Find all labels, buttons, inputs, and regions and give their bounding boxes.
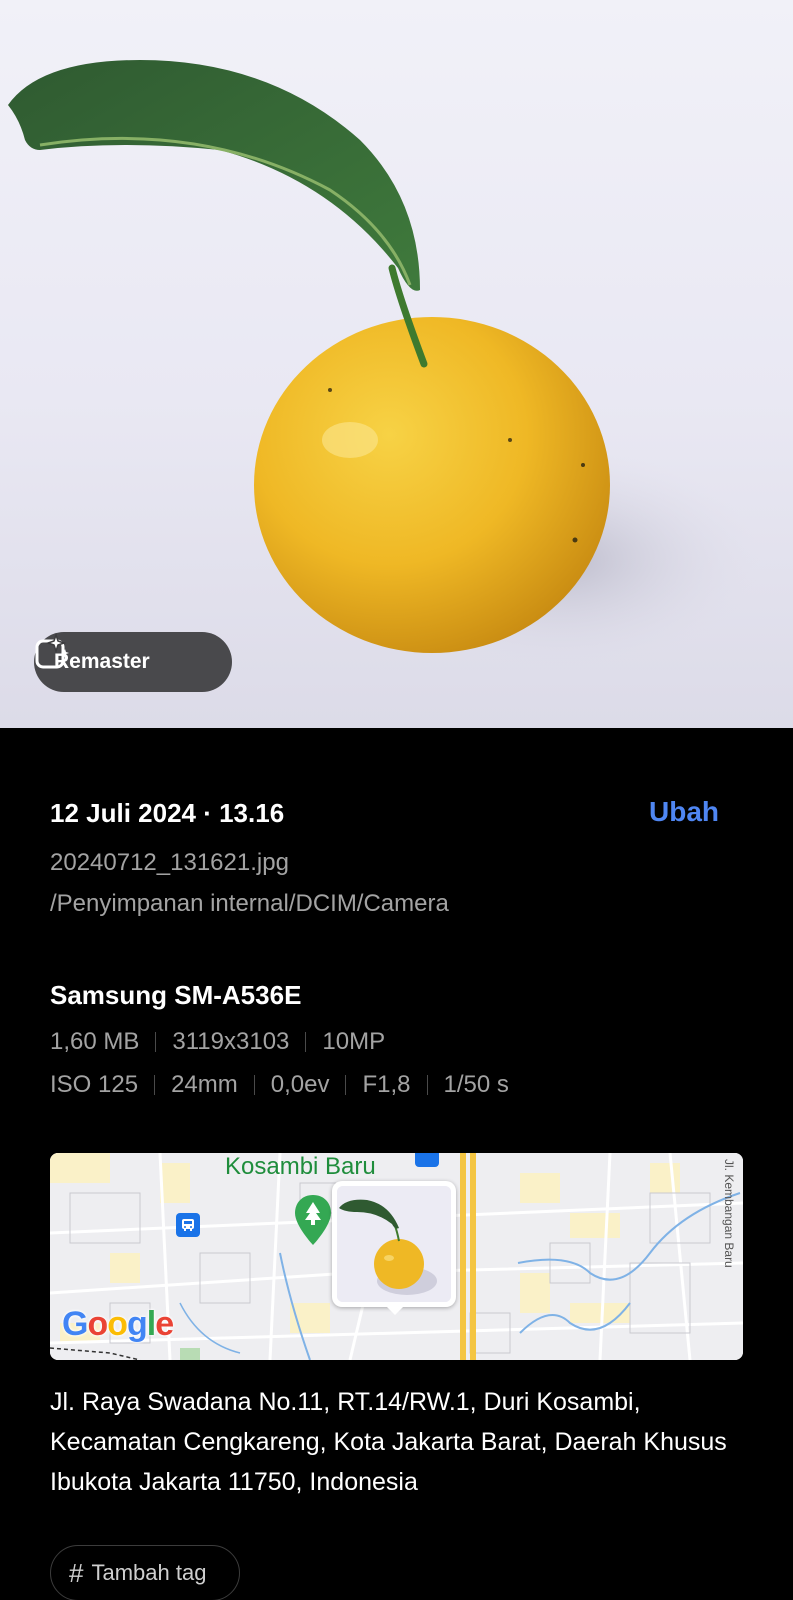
file-path: /Penyimpanan internal/DCIM/Camera <box>50 890 449 917</box>
divider <box>345 1075 347 1095</box>
edit-details-button[interactable]: Ubah <box>649 796 719 828</box>
map-area-label: Kosambi Baru <box>225 1153 376 1180</box>
sparkle-frame-icon <box>35 632 69 669</box>
hash-icon: # <box>69 1557 84 1588</box>
focal-length: 24mm <box>171 1071 238 1098</box>
megapixels: 10MP <box>322 1028 386 1055</box>
capture-datetime: 12 Juli 2024 · 13.16 <box>50 798 285 828</box>
divider <box>154 1075 156 1095</box>
photo-location-thumbnail[interactable] <box>332 1181 456 1307</box>
file-size: 1,60 MB <box>50 1028 140 1055</box>
aperture: F1,8 <box>362 1071 411 1098</box>
park-pin-icon <box>295 1195 331 1245</box>
divider <box>305 1032 307 1052</box>
thumbnail-pointer <box>385 1305 405 1315</box>
transit-station-icon <box>415 1153 439 1167</box>
thumbnail-image <box>337 1186 451 1302</box>
exposure-specs-row: ISO 125 24mm 0,0ev F1,8 1/50 s <box>50 1071 509 1099</box>
file-name: 20240712_131621.jpg <box>50 849 289 876</box>
map-road-label: Jl. Kembangan Baru <box>722 1159 736 1268</box>
bus-stop-icon <box>176 1213 200 1237</box>
add-tag-label: Tambah tag <box>91 1560 207 1585</box>
resolution: 3119x3103 <box>172 1028 290 1055</box>
add-tag-button[interactable]: # Tambah tag <box>50 1545 240 1600</box>
file-specs-row: 1,60 MB 3119x3103 10MP <box>50 1028 385 1056</box>
iso: ISO 125 <box>50 1071 139 1098</box>
device-model: Samsung SM-A536E <box>50 980 302 1010</box>
divider <box>426 1075 428 1095</box>
exposure-value: 0,0ev <box>270 1071 330 1098</box>
location-map[interactable]: Kosambi Baru Jl. Kembangan Baru Google <box>50 1153 743 1360</box>
remaster-button[interactable]: Remaster <box>34 632 232 692</box>
photo-viewer[interactable]: Remaster <box>0 0 793 728</box>
google-logo: Google <box>62 1305 174 1343</box>
divider <box>253 1075 255 1095</box>
orange-photo <box>8 60 760 670</box>
shutter-speed: 1/50 s <box>443 1071 509 1098</box>
divider <box>155 1032 157 1052</box>
location-address: Jl. Raya Swadana No.11, RT.14/RW.1, Duri… <box>50 1388 727 1496</box>
